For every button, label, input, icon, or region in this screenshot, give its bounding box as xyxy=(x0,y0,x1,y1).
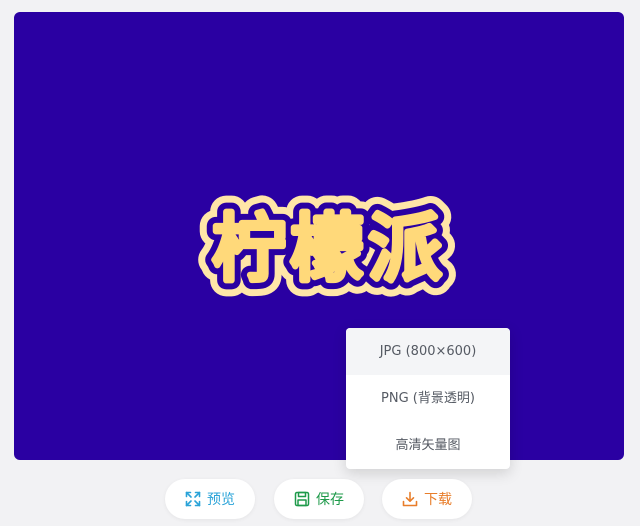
download-button[interactable]: 下载 xyxy=(382,479,472,519)
preview-button[interactable]: 预览 xyxy=(165,479,255,519)
logo-preview-canvas: 柠檬派 柠檬派 柠檬派 xyxy=(14,12,624,460)
logo-artwork: 柠檬派 柠檬派 柠檬派 xyxy=(197,191,457,307)
download-icon xyxy=(402,491,418,507)
floppy-disk-icon xyxy=(294,491,310,507)
menu-item-jpg[interactable]: JPG (800×600) xyxy=(346,328,510,375)
preview-label: 预览 xyxy=(207,492,235,508)
expand-icon xyxy=(185,491,201,507)
action-toolbar: 预览 保存 下载 xyxy=(0,479,640,521)
save-label: 保存 xyxy=(316,492,344,508)
menu-item-vector[interactable]: 高清矢量图 xyxy=(346,422,510,469)
download-label: 下载 xyxy=(424,492,452,508)
download-format-menu: JPG (800×600) PNG (背景透明) 高清矢量图 xyxy=(346,328,510,469)
menu-item-png[interactable]: PNG (背景透明) xyxy=(346,375,510,422)
logo-text: 柠檬派 xyxy=(212,206,446,292)
save-button[interactable]: 保存 xyxy=(274,479,364,519)
